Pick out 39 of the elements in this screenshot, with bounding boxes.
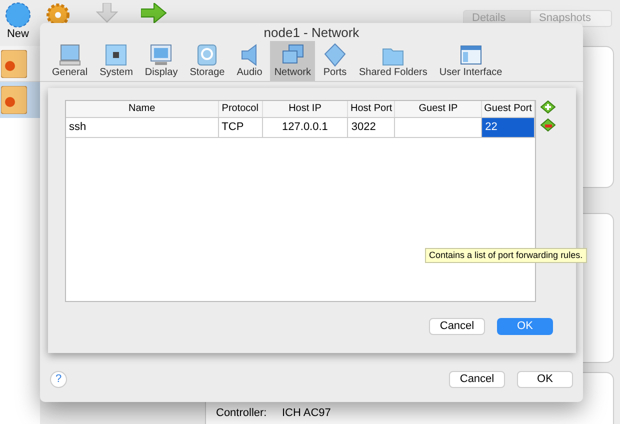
chip-icon <box>104 43 128 67</box>
ok-button[interactable]: OK <box>517 370 573 388</box>
new-label[interactable]: New <box>6 28 29 41</box>
detail-value: ICH AC97 <box>282 407 331 420</box>
display-icon <box>149 43 174 67</box>
remove-rule-icon[interactable] <box>540 118 556 132</box>
column-header[interactable]: Host IP <box>262 101 348 117</box>
settings-tab[interactable]: Audio <box>232 41 266 81</box>
settings-tab[interactable]: Network <box>270 41 316 81</box>
vm-icon[interactable] <box>1 50 27 78</box>
column-header[interactable]: Guest IP <box>395 101 482 117</box>
settings-tab[interactable]: Storage <box>186 41 229 81</box>
cancel-button[interactable]: Cancel <box>449 370 505 388</box>
table-cell[interactable]: ssh <box>66 118 219 137</box>
column-header[interactable]: Protocol <box>218 101 263 117</box>
table-cell[interactable]: 127.0.0.1 <box>262 118 348 137</box>
settings-tab[interactable]: Ports <box>319 41 352 81</box>
help-button[interactable]: ? <box>50 370 67 388</box>
starburst-icon[interactable] <box>5 2 31 28</box>
settings-tab[interactable]: General <box>48 41 92 81</box>
column-header[interactable]: Guest Port <box>482 101 535 117</box>
tooltip: Contains a list of port forwarding rules. <box>425 248 587 263</box>
table-cell[interactable]: TCP <box>218 118 263 137</box>
settings-tab[interactable]: Shared Folders <box>355 41 432 81</box>
vm-icon[interactable] <box>1 86 27 114</box>
settings-tab[interactable]: Display <box>140 41 182 81</box>
column-header[interactable]: Host Port <box>348 101 396 117</box>
detail-label: Controller: <box>216 407 268 420</box>
add-rule-icon[interactable] <box>540 100 556 114</box>
right-arrow-icon[interactable] <box>141 3 167 23</box>
cancel-button[interactable]: Cancel <box>429 318 485 335</box>
monitor-icon <box>58 43 82 67</box>
table-cell[interactable]: 22 <box>482 118 535 137</box>
settings-tab[interactable]: User Interface <box>435 41 506 81</box>
settings-tab[interactable]: System <box>96 41 137 81</box>
dialog-title: node1 - Network <box>262 24 360 42</box>
window-icon <box>458 43 483 67</box>
down-arrow-icon[interactable] <box>96 3 118 23</box>
column-header[interactable]: Name <box>66 101 219 117</box>
